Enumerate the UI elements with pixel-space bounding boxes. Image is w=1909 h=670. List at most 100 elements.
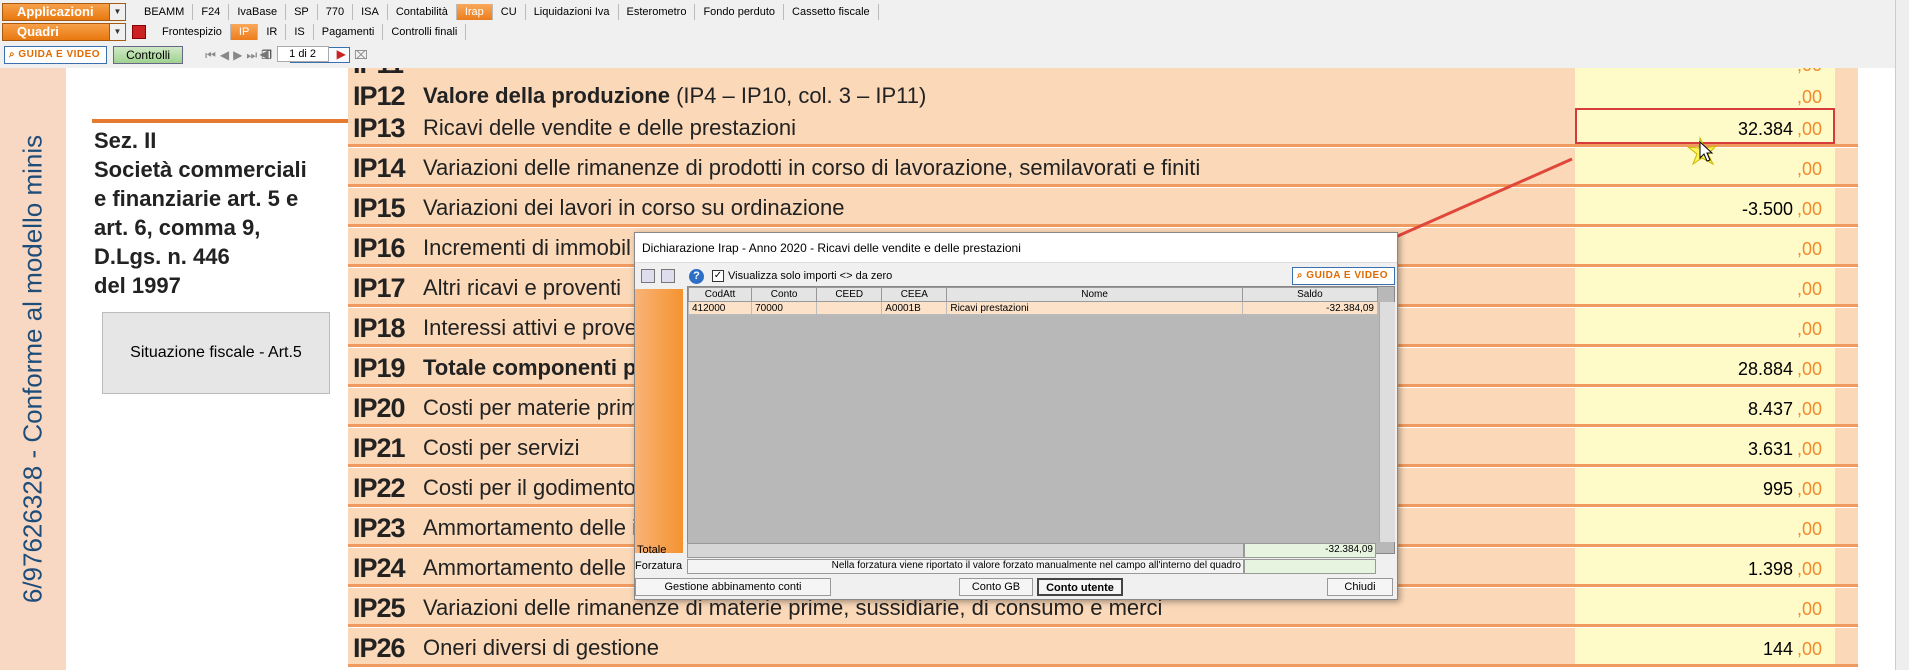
situazione-fiscale-button[interactable]: Situazione fiscale - Art.5 — [102, 312, 330, 394]
row-description: Valore della produzione (IP4 – IP10, col… — [423, 83, 926, 109]
guida-video-label: GUIDA E VIDEO — [18, 49, 101, 60]
last-page-icon[interactable]: ⏭ — [246, 48, 257, 63]
controlli-button[interactable]: Controlli — [113, 46, 184, 64]
guida-video-button[interactable]: ⌕ GUIDA E VIDEO — [4, 46, 108, 64]
help-icon[interactable]: ? — [689, 268, 704, 284]
row-value-field[interactable]: ,00 — [1575, 308, 1835, 344]
tab-fondo-perduto[interactable]: Fondo perduto — [695, 4, 785, 20]
visualizza-checkbox[interactable]: ✓ — [712, 270, 724, 282]
row-code: IP24 — [353, 553, 406, 583]
row-value-field[interactable]: ,00 — [1575, 76, 1835, 112]
tab-beamm[interactable]: BEAMM — [136, 4, 194, 20]
gestione-abbinamento-button[interactable]: Gestione abbinamento conti — [635, 578, 831, 596]
chevron-down-icon[interactable]: ▼ — [109, 24, 125, 40]
tab-ivabase[interactable]: IvaBase — [229, 4, 287, 20]
conto-gb-button[interactable]: Conto GB — [959, 578, 1033, 596]
row-code: IP14 — [353, 153, 406, 183]
chiudi-button[interactable]: Chiudi — [1327, 578, 1393, 596]
export-icon[interactable] — [641, 269, 655, 283]
row-value-field[interactable]: 1.398,00 — [1575, 548, 1835, 584]
row-description: Ammortamento delle i — [423, 515, 637, 541]
tab-cassetto-fiscale[interactable]: Cassetto fiscale — [784, 4, 879, 20]
form-row-ip15: IP15 Variazioni dei lavori in corso su or… — [348, 188, 1858, 227]
col-saldo[interactable]: Saldo — [1241, 287, 1379, 302]
row-code: IP22 — [353, 473, 406, 503]
row-value-field[interactable]: 144,00 — [1575, 628, 1835, 664]
tab-irap[interactable]: Irap — [456, 4, 493, 20]
row-value-field[interactable]: ,00 — [1575, 508, 1835, 544]
col-nome[interactable]: Nome — [946, 287, 1243, 302]
row-decimals: ,00 — [1797, 199, 1823, 219]
subtab-ir[interactable]: IR — [258, 24, 287, 40]
prev-page-icon[interactable]: ◀ — [220, 48, 229, 62]
row-value-field[interactable]: 32.384,00 — [1575, 108, 1835, 144]
table-row[interactable]: 412000 70000 A0001B Ricavi prestazioni -32.3… — [687, 301, 1379, 315]
row-code: IP20 — [353, 393, 406, 423]
col-codatt[interactable]: CodAtt — [687, 287, 753, 302]
top-toolbar: Applicazioni ▼ BEAMM F24 IvaBase SP 770 ISA Con… — [0, 0, 1909, 68]
row-decimals: ,00 — [1797, 479, 1823, 499]
section-line: e finanziarie art. 5 e — [94, 186, 299, 211]
row-code: IP23 — [353, 513, 406, 543]
forzatura-value[interactable] — [1244, 559, 1376, 574]
cell-nome: Ricavi prestazioni — [946, 301, 1243, 315]
form-row-ip26: IP26 Oneri diversi di gestione 144,00 — [348, 628, 1858, 667]
totale-value: -32.384,09 — [1244, 543, 1376, 558]
next-page-icon[interactable]: ▶ — [233, 48, 242, 62]
row-description-text: Altri ricavi e proventi — [423, 275, 622, 300]
chevron-down-icon[interactable]: ▼ — [109, 4, 125, 20]
row-value-field[interactable]: 28.884,00 — [1575, 348, 1835, 384]
visualizza-label: Visualizza solo importi <> da zero — [728, 270, 893, 282]
dialog-guida-button[interactable]: ⌕ GUIDA E VIDEO — [1291, 267, 1395, 285]
quadri-dropdown[interactable]: Quadri ▼ — [2, 23, 126, 41]
first-page-icon[interactable]: ⏮ — [205, 48, 216, 63]
accounts-grid[interactable]: CodAtt Conto CEED CEEA Nome Saldo 412000 70000… — [687, 286, 1395, 554]
conto-utente-button[interactable]: Conto utente — [1037, 578, 1123, 596]
row-description-bold: Totale componenti po — [423, 355, 650, 380]
row-value-field[interactable]: 3.631,00 — [1575, 428, 1835, 464]
subtab-controlli-finali[interactable]: Controlli finali — [383, 24, 467, 40]
grid-scrollbar[interactable] — [1379, 302, 1395, 542]
row-value-field[interactable]: -3.500,00 — [1575, 188, 1835, 224]
tab-sp[interactable]: SP — [286, 4, 318, 20]
row-value-field[interactable]: 8.437,00 — [1575, 388, 1835, 424]
row-value-field[interactable]: ,00 — [1575, 228, 1835, 264]
col-ceea[interactable]: CEEA — [881, 287, 948, 302]
tab-f24[interactable]: F24 — [193, 4, 230, 20]
next-form-icon[interactable]: ▶ — [337, 47, 346, 61]
forzatura-label: Forzatura — [635, 560, 683, 572]
tab-isa[interactable]: ISA — [353, 4, 388, 20]
page-counter: 1 di 2 — [276, 46, 329, 62]
tab-esterometro[interactable]: Esterometro — [619, 4, 696, 20]
forzatura-row: Forzatura Nella forzatura viene riportat… — [635, 559, 1397, 575]
prev-form-icon[interactable]: ◀ — [259, 47, 268, 61]
row-value-field[interactable]: ,00 — [1575, 148, 1835, 184]
pdf-icon[interactable] — [132, 25, 146, 39]
subtab-frontespizio[interactable]: Frontespizio — [154, 24, 231, 40]
applicazioni-dropdown[interactable]: Applicazioni ▼ — [2, 3, 126, 21]
subtab-ip[interactable]: IP — [230, 24, 259, 40]
cell-ceea: A0001B — [881, 301, 948, 315]
row-description-text: Incrementi di immobil — [423, 235, 631, 260]
row-description-text: Interessi attivi e prover — [423, 315, 645, 340]
row-description: Interessi attivi e prover — [423, 315, 644, 341]
row-description: Costi per servizi — [423, 435, 579, 461]
row-code: IP19 — [353, 353, 406, 383]
row-code: IP21 — [353, 433, 406, 463]
col-conto[interactable]: Conto — [751, 287, 818, 302]
row-value-field[interactable]: ,00 — [1575, 268, 1835, 304]
tab-contabilit[interactable]: Contabilità — [388, 4, 457, 20]
vertical-scrollbar[interactable] — [1895, 0, 1909, 670]
top-tabs: BEAMM F24 IvaBase SP 770 ISA Contabilità Irap CU… — [136, 3, 879, 21]
subtab-is[interactable]: IS — [286, 24, 314, 40]
col-ceed[interactable]: CEED — [816, 287, 883, 302]
subtab-pagamenti[interactable]: Pagamenti — [314, 24, 384, 40]
row-value-field[interactable]: ,00 — [1575, 588, 1835, 624]
tab-liquidazioni-iva[interactable]: Liquidazioni Iva — [526, 4, 619, 20]
tab-cu[interactable]: CU — [493, 4, 526, 20]
print-icon[interactable] — [661, 269, 675, 283]
row-value-field[interactable]: 995,00 — [1575, 468, 1835, 504]
row-description-text: Oneri diversi di gestione — [423, 635, 660, 660]
tab-770[interactable]: 770 — [318, 4, 354, 20]
clear-icon[interactable]: ⌧ — [354, 48, 368, 62]
